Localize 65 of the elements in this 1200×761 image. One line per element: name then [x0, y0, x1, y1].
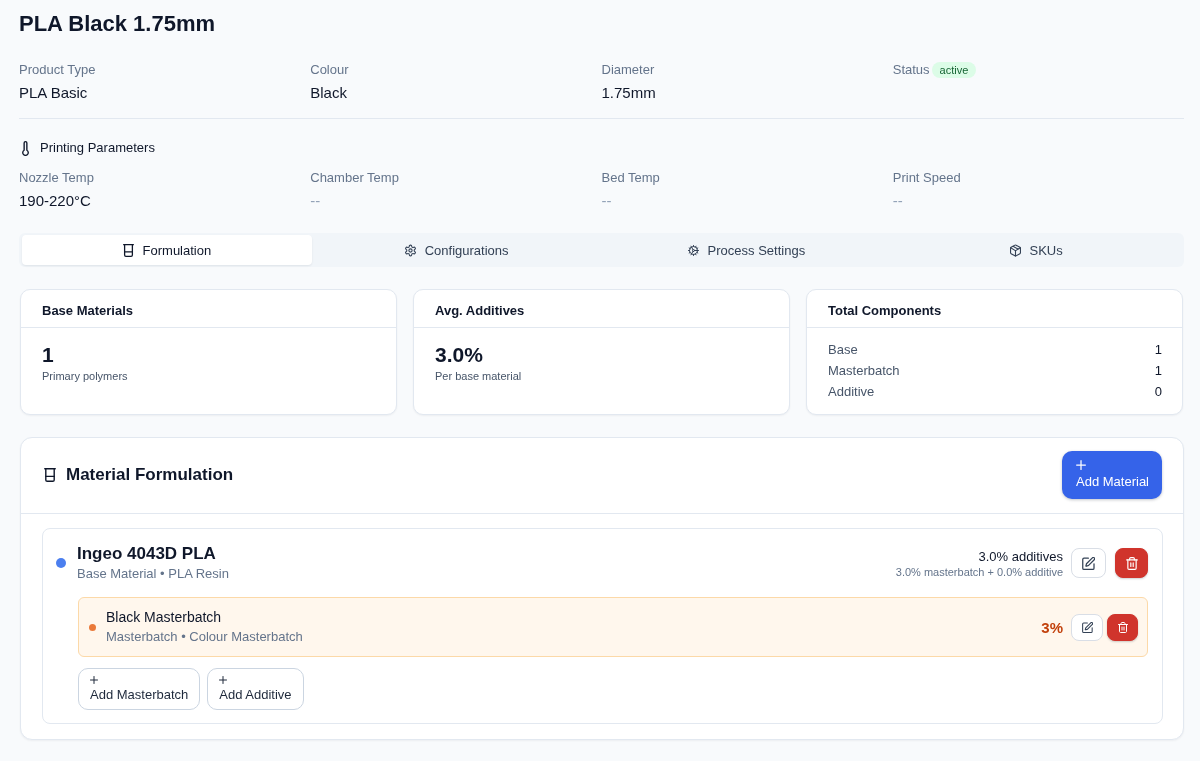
field-value: --	[601, 191, 613, 211]
field-value: --	[892, 191, 904, 211]
add-material-button[interactable]: Add Material	[1062, 451, 1162, 499]
tab[interactable]: Formulation	[22, 235, 312, 265]
field-label: Chamber Temp	[310, 169, 400, 187]
field-label: Bed Temp	[601, 169, 661, 187]
count-value: 1	[1154, 362, 1162, 380]
edit-icon	[1082, 556, 1095, 570]
count-value: 1	[1154, 341, 1162, 359]
stat-value: 1	[42, 342, 55, 368]
field-label: Print Speed	[892, 169, 962, 187]
plus-icon	[1076, 460, 1086, 470]
field-value: Black	[310, 83, 348, 103]
field-label: Nozzle Temp	[19, 169, 95, 187]
tab[interactable]: Process Settings	[601, 235, 892, 265]
stat-value: 3.0%	[435, 342, 484, 368]
tab[interactable]: SKUs	[891, 235, 1181, 265]
status-badge: active	[931, 62, 977, 78]
card-title: Base Materials	[42, 302, 135, 320]
field-label: Status	[892, 61, 930, 79]
delete-button[interactable]	[1107, 613, 1138, 641]
dot-icon	[56, 558, 66, 568]
card-title: Avg. Additives	[435, 302, 526, 320]
additive-total: 3.0% additives	[977, 547, 1063, 565]
field-label: Product Type	[19, 61, 97, 79]
component-name: Black Masterbatch	[106, 608, 223, 626]
count-value: 0	[1154, 383, 1162, 401]
cog-icon	[687, 243, 699, 257]
trash-icon	[1125, 556, 1138, 570]
count-label: Base	[828, 341, 858, 359]
field-label: Diameter	[601, 61, 656, 79]
field-value: --	[310, 191, 322, 211]
plus-icon	[219, 676, 228, 684]
beaker-icon	[44, 468, 56, 482]
stat-caption: Primary polymers	[42, 369, 129, 383]
additive-breakdown: 3.0% masterbatch + 0.0% additive	[895, 564, 1063, 579]
add-button[interactable]: Add Masterbatch	[78, 668, 201, 710]
material-meta: Base Material • PLA Resin	[77, 565, 230, 583]
trash-icon	[1117, 621, 1128, 633]
field-value: PLA Basic	[19, 83, 89, 103]
page-title: PLA Black 1.75mm	[19, 10, 217, 38]
material-name: Ingeo 4043D PLA	[77, 543, 217, 565]
count-label: Additive	[828, 383, 875, 401]
panel-title: Material Formulation	[66, 464, 234, 486]
edit-button[interactable]	[1071, 613, 1103, 641]
section-title: Printing Parameters	[40, 139, 155, 157]
card-title: Total Components	[828, 302, 943, 320]
delete-button[interactable]	[1115, 548, 1148, 578]
plus-icon	[90, 676, 98, 684]
field-label: Colour	[310, 61, 350, 79]
edit-button[interactable]	[1071, 548, 1106, 578]
dot-icon	[89, 623, 96, 631]
add-button[interactable]: Add Additive	[207, 668, 304, 710]
edit-icon	[1081, 621, 1093, 633]
gear-icon	[404, 243, 416, 257]
stat-caption: Per base material	[435, 369, 523, 383]
tab[interactable]: Configurations	[311, 235, 602, 265]
cube-icon	[1009, 243, 1021, 257]
field-value: 190-220°C	[19, 191, 92, 211]
component-share: 3%	[1041, 618, 1063, 636]
component-meta: Masterbatch • Colour Masterbatch	[106, 628, 304, 646]
beaker-icon	[122, 243, 134, 257]
count-label: Masterbatch	[828, 362, 900, 380]
thermometer-icon	[22, 140, 29, 156]
field-value: 1.75mm	[601, 83, 657, 103]
